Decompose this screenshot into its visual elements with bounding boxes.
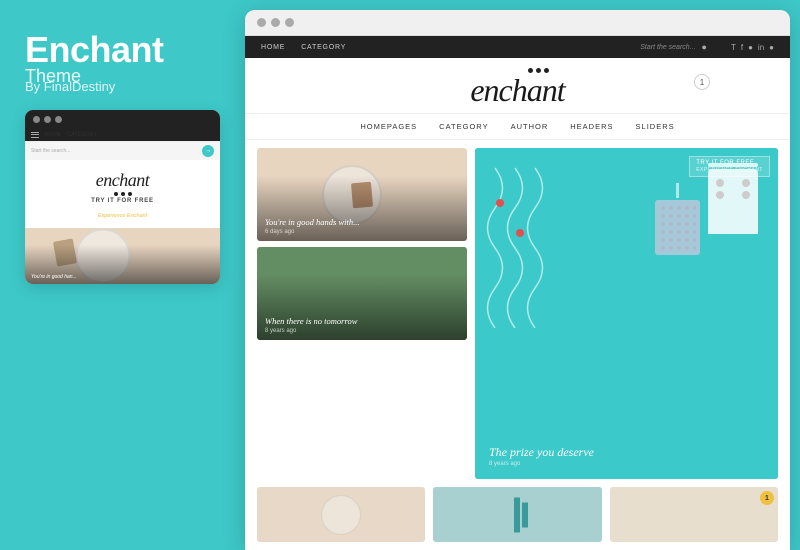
browser-dot-3 (285, 18, 294, 27)
experience-enchant-label: Experience Enchant (696, 167, 763, 173)
article-card-1: You're in good hands with... 6 days ago (257, 148, 467, 241)
browser-dot-1 (257, 18, 266, 27)
bottom-card-1 (257, 487, 425, 542)
site-logo-area: enchant 1 (245, 58, 790, 113)
clothing-hanger-2 (655, 183, 700, 255)
linkedin-icon: in (758, 43, 764, 52)
article-2-meta: 8 years ago (265, 328, 459, 334)
facebook-icon: f (741, 43, 743, 52)
article-card-2: When there is no tomorrow 8 years ago (257, 247, 467, 340)
site-nav-author: AUTHOR (511, 122, 549, 131)
mini-try-btn: TRY IT FOR FREE (33, 198, 212, 204)
articles-grid: You're in good hands with... 6 days ago … (245, 140, 790, 487)
bottom-articles-row: 1 (245, 487, 790, 550)
bottom-card-badge: 1 (760, 491, 774, 505)
try-free-badge: TRY IT FOR FREE Experience Enchant (689, 156, 770, 177)
article-left-column: You're in good hands with... 6 days ago … (257, 148, 467, 479)
mini-search-bar: Start the search... → (25, 141, 220, 160)
mini-dot-2 (44, 116, 51, 123)
site-nav-homepages: HOMEPAGES (360, 122, 417, 131)
mini-dot-1 (33, 116, 40, 123)
instagram-icon: ● (748, 43, 753, 52)
article-card-featured: TRY IT FOR FREE Experience Enchant The p… (475, 148, 778, 479)
mini-logo-area: enchant TRY IT FOR FREE Experience Encha… (25, 160, 220, 228)
mini-article-caption: You're in good han... (31, 274, 77, 280)
mini-search-placeholder: Start the search... (31, 148, 70, 154)
mini-preview-card: HOME CATEGORY Start the search... → ench… (25, 110, 220, 284)
site-search-area: Start the search... ● (640, 42, 707, 52)
site-nav-headers: HEADERS (570, 122, 613, 131)
mini-nav-category: CATEGORY (67, 132, 97, 138)
site-nav-category: CATEGORY (439, 122, 488, 131)
mini-article-image: You're in good han... (25, 228, 220, 284)
featured-article-meta: 8 years ago (489, 461, 764, 467)
website-content: HOME CATEGORY Start the search... ● T f … (245, 36, 790, 550)
theme-author: By FinalDestiny (25, 79, 220, 94)
site-notification-badge: 1 (694, 74, 710, 90)
site-social-icons: T f ● in ● (731, 43, 774, 52)
article-1-title: You're in good hands with... (265, 217, 459, 228)
article-2-caption: When there is no tomorrow 8 years ago (265, 316, 459, 334)
mini-topbar: HOME CATEGORY (25, 129, 220, 141)
mini-dot-3 (55, 116, 62, 123)
pinterest-icon: ● (769, 43, 774, 52)
bottom-card-2 (433, 487, 601, 542)
mini-experience: Experience Enchant (98, 213, 147, 219)
site-search-icon: ● (702, 42, 707, 52)
article-1-caption: You're in good hands with... 6 days ago (265, 217, 459, 235)
mini-nav-home: HOME (45, 132, 61, 138)
browser-dot-2 (271, 18, 280, 27)
site-nav-sliders: SLIDERS (636, 122, 675, 131)
mini-browser-chrome (25, 110, 220, 129)
site-search-placeholder: Start the search... (640, 44, 695, 51)
wavy-decoration (485, 158, 565, 328)
browser-chrome (245, 10, 790, 36)
featured-article-title: The prize you deserve (489, 445, 764, 459)
article-1-meta: 6 days ago (265, 229, 459, 235)
bottom-card-3: 1 (610, 487, 778, 542)
twitter-icon: T (731, 43, 736, 52)
site-topbar: HOME CATEGORY Start the search... ● T f … (245, 36, 790, 58)
site-nav-home: HOME (261, 44, 285, 51)
left-sidebar: Enchant Theme By FinalDestiny HOME CATEG… (0, 0, 245, 550)
main-preview-panel: HOME CATEGORY Start the search... ● T f … (245, 10, 790, 550)
theme-title: Enchant (25, 30, 220, 70)
site-nav-category: CATEGORY (301, 44, 346, 51)
mini-search-icon: → (202, 145, 214, 157)
mini-hamburger-icon (31, 132, 39, 138)
article-2-title: When there is no tomorrow (265, 316, 459, 327)
site-main-nav: HOMEPAGES CATEGORY AUTHOR HEADERS SLIDER… (245, 113, 790, 140)
mini-logo-text: enchant (33, 170, 212, 191)
featured-article-caption: The prize you deserve 8 years ago (489, 445, 764, 467)
